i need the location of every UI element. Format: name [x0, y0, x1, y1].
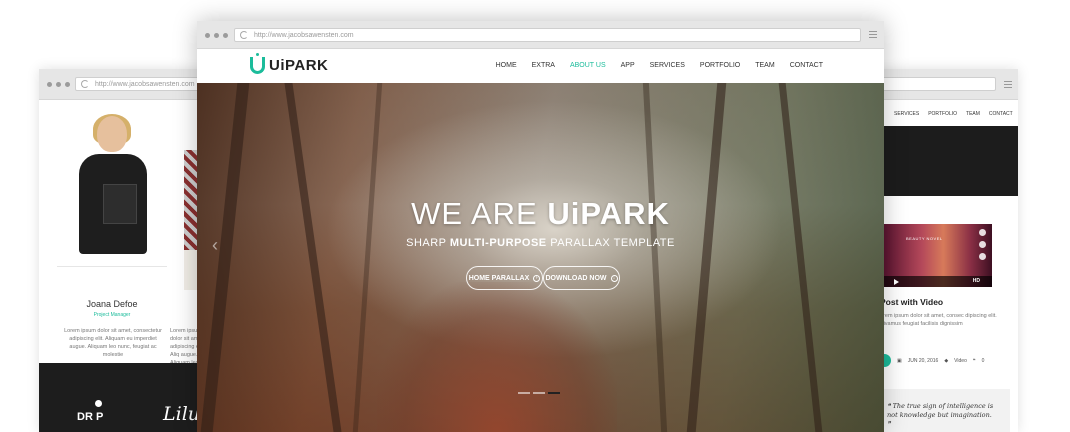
nav-menu: HOME EXTRA ABOUT US APP SERVICES PORTFOL…: [496, 62, 823, 69]
post-title[interactable]: Post with Video: [880, 297, 943, 307]
forest-path: [377, 282, 617, 432]
slider-pager: [518, 392, 560, 394]
slide-dot-2[interactable]: [533, 392, 545, 394]
calendar-icon: ▣: [897, 357, 902, 364]
nav-item-services[interactable]: SERVICES: [650, 62, 685, 69]
hero-title: WE ARE UiPARK: [411, 196, 670, 231]
post-date: JUN 20, 2016: [907, 357, 939, 364]
video-side-icons: [979, 229, 986, 260]
reload-icon[interactable]: [81, 80, 89, 88]
nav-item-extra[interactable]: EXTRA: [532, 62, 555, 69]
member-bio: Lorem ipsum dolor sit amet, consectetur …: [64, 328, 162, 358]
nav-item-team[interactable]: TEAM: [966, 111, 980, 117]
post-comments[interactable]: 0: [982, 358, 985, 364]
slide-dot-1[interactable]: [518, 392, 530, 394]
video-player[interactable]: BEAUTY NOVEL HD: [884, 224, 992, 287]
post-meta: ▣ JUN 20, 2016 ◆ Video ❝ 0: [878, 354, 984, 367]
member-name: Joana Defoe: [86, 299, 138, 309]
tag-icon: ◆: [944, 357, 949, 364]
nav-item-services[interactable]: SERVICES: [894, 111, 919, 117]
download-now-button[interactable]: DOWNLOAD NOW ↓: [543, 266, 620, 290]
quote-text: ❝ The true sign of intelligence is not k…: [887, 402, 994, 428]
nav-item-app[interactable]: APP: [621, 62, 635, 69]
main-url-bar[interactable]: http://www.jacobsawensten.com: [234, 28, 861, 42]
hd-badge: HD: [972, 278, 980, 284]
nav-item-home[interactable]: HOME: [496, 62, 517, 69]
post-category[interactable]: Video: [954, 358, 967, 364]
main-browser-window: http://www.jacobsawensten.com UiPARK HOM…: [197, 21, 884, 432]
nav-item-about-us[interactable]: ABOUT US: [570, 62, 606, 69]
drop-logo: DR P: [77, 411, 104, 423]
site-navbar: UiPARK HOME EXTRA ABOUT US APP SERVICES …: [197, 49, 884, 83]
window-dots: [205, 33, 228, 38]
slide-dot-3[interactable]: [548, 392, 560, 394]
main-url-text: http://www.jacobsawensten.com: [254, 31, 354, 39]
browser-menu-icon[interactable]: [869, 31, 877, 40]
main-browser-chrome: http://www.jacobsawensten.com: [197, 21, 884, 49]
card-divider: [57, 266, 167, 267]
nav-item-contact[interactable]: CONTACT: [790, 62, 823, 69]
member-photo: [63, 114, 163, 259]
arrow-right-icon: ›: [533, 274, 541, 282]
share-icon[interactable]: [979, 253, 986, 260]
hero-section: ‹ WE ARE UiPARK SHARP MULTI-PURPOSE PARA…: [197, 83, 884, 432]
browser-menu-icon[interactable]: [1004, 81, 1012, 90]
hero-buttons: HOME PARALLAX › DOWNLOAD NOW ↓: [466, 266, 620, 290]
video-strip-text: BEAUTY NOVEL: [906, 236, 943, 241]
drop-logo-mark: [95, 400, 102, 407]
quote-block: ❝ The true sign of intelligence is not k…: [880, 389, 1010, 432]
heart-icon[interactable]: [979, 229, 986, 236]
reload-icon[interactable]: [240, 31, 248, 39]
download-icon: ↓: [610, 274, 618, 282]
left-url-text: http://www.jacobsawensten.com: [95, 80, 195, 88]
video-controls: HD: [884, 276, 992, 287]
nav-item-portfolio[interactable]: PORTFOLIO: [928, 111, 957, 117]
comment-icon: ❝: [972, 357, 976, 364]
nav-item-contact[interactable]: CONTACT: [989, 111, 1013, 117]
hero-subtitle: SHARP MULTI-PURPOSE PARALLAX TEMPLATE: [406, 237, 675, 249]
nav-item-portfolio[interactable]: PORTFOLIO: [700, 62, 740, 69]
lilu-logo: Lilu: [163, 403, 201, 425]
play-icon[interactable]: [894, 279, 899, 285]
window-dots: [47, 82, 70, 87]
site-logo[interactable]: UiPARK: [250, 53, 329, 74]
nav-item-team[interactable]: TEAM: [755, 62, 774, 69]
member-role: Project Manager: [93, 312, 131, 318]
logo-text: UiPARK: [269, 57, 329, 74]
home-parallax-button[interactable]: HOME PARALLAX ›: [466, 266, 543, 290]
clock-icon[interactable]: [979, 241, 986, 248]
post-excerpt: orem ipsum dolor sit amet, consec dipisc…: [880, 313, 997, 327]
logo-mark-icon: [250, 53, 265, 74]
